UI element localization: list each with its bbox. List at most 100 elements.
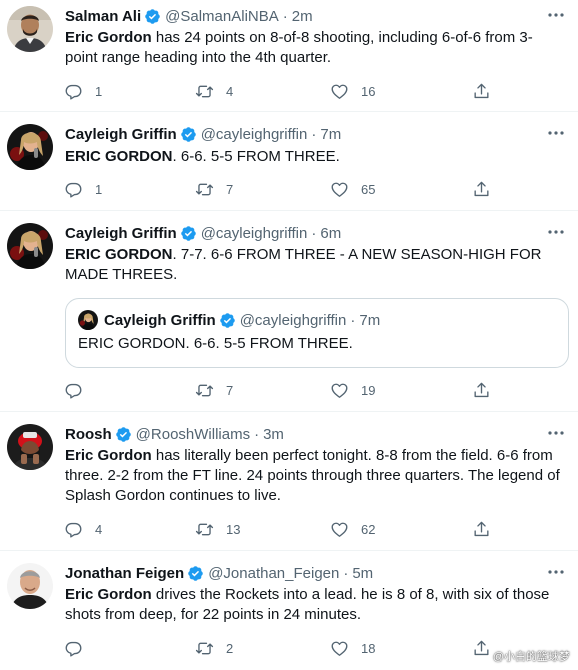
share-icon	[472, 381, 491, 400]
share-button[interactable]	[472, 80, 491, 102]
avatar[interactable]	[7, 6, 53, 52]
share-icon	[472, 180, 491, 199]
share-icon	[472, 82, 491, 101]
timestamp[interactable]: 2m	[292, 8, 313, 25]
like-icon	[330, 639, 349, 658]
timestamp[interactable]: 5m	[352, 565, 373, 582]
retweet-count: 13	[226, 521, 241, 537]
more-icon[interactable]	[546, 426, 566, 440]
tweet-header: Salman Ali @SalmanAliNBA · 2m	[65, 6, 313, 26]
reply-icon	[64, 381, 83, 400]
verified-badge-icon	[180, 126, 197, 143]
tweet[interactable]: Roosh @RooshWilliams · 3m Eric Gordon ha…	[0, 412, 578, 551]
tweet-text: Eric Gordon has 24 points on 8-of-8 shoo…	[65, 28, 564, 68]
avatar[interactable]	[7, 424, 53, 470]
reply-button[interactable]: 4	[64, 518, 102, 540]
mention-name: Eric Gordon	[65, 586, 152, 603]
display-name[interactable]: Cayleigh Griffin	[65, 225, 177, 242]
share-icon	[472, 520, 491, 539]
quoted-user-handle: @cayleighgriffin	[239, 311, 347, 329]
reply-button[interactable]: 1	[64, 80, 102, 102]
like-button[interactable]: 16	[330, 80, 375, 102]
reply-button[interactable]	[64, 379, 95, 401]
quoted-tweet-header: Cayleigh Griffin @cayleighgriffin · 7m	[78, 310, 380, 330]
retweet-count: 4	[226, 83, 234, 99]
avatar[interactable]	[7, 124, 53, 170]
mention-name: ERIC GORDON	[65, 148, 173, 165]
like-icon	[330, 82, 349, 101]
like-count: 18	[361, 640, 376, 656]
timestamp[interactable]: 7m	[320, 126, 341, 143]
display-name[interactable]: Roosh	[65, 426, 112, 443]
like-icon	[330, 180, 349, 199]
separator-dot: ·	[350, 311, 356, 329]
timestamp[interactable]: 6m	[320, 225, 341, 242]
user-handle[interactable]: @RooshWilliams	[136, 426, 250, 443]
share-button[interactable]	[472, 178, 491, 200]
tweet[interactable]: Cayleigh Griffin @cayleighgriffin · 7m E…	[0, 112, 578, 211]
more-icon[interactable]	[546, 225, 566, 239]
reply-button[interactable]: 1	[64, 178, 102, 200]
mention-name: Eric Gordon	[65, 447, 152, 464]
user-handle[interactable]: @cayleighgriffin	[201, 126, 308, 143]
user-handle[interactable]: @cayleighgriffin	[201, 225, 308, 242]
retweet-count: 7	[226, 382, 234, 398]
user-handle[interactable]: @SalmanAliNBA	[165, 8, 279, 25]
tweet-header: Roosh @RooshWilliams · 3m	[65, 424, 284, 444]
more-icon[interactable]	[546, 565, 566, 579]
retweet-icon	[195, 639, 214, 658]
reply-count: 1	[95, 83, 103, 99]
quoted-timestamp: 7m	[359, 311, 381, 329]
timestamp[interactable]: 3m	[263, 426, 284, 443]
separator-dot: ·	[282, 7, 288, 25]
retweet-icon	[195, 82, 214, 101]
retweet-button[interactable]: 13	[195, 518, 240, 540]
verified-badge-icon	[187, 565, 204, 582]
tweet[interactable]: Jonathan Feigen @Jonathan_Feigen · 5m Er…	[0, 551, 578, 670]
share-icon	[472, 639, 491, 658]
display-name[interactable]: Cayleigh Griffin	[65, 126, 177, 143]
quoted-avatar	[78, 310, 98, 330]
tweet[interactable]: Salman Ali @SalmanAliNBA · 2m Eric Gordo…	[0, 0, 578, 112]
tweet-text: Eric Gordon has literally been perfect t…	[65, 446, 564, 506]
retweet-icon	[195, 520, 214, 539]
like-button[interactable]: 18	[330, 637, 375, 659]
share-button[interactable]	[472, 637, 491, 659]
like-button[interactable]: 62	[330, 518, 375, 540]
share-button[interactable]	[472, 518, 491, 540]
avatar[interactable]	[7, 223, 53, 269]
retweet-button[interactable]: 7	[195, 178, 233, 200]
user-handle[interactable]: @Jonathan_Feigen	[208, 565, 339, 582]
separator-dot: ·	[254, 425, 260, 443]
verified-badge-icon	[115, 426, 132, 443]
like-button[interactable]: 65	[330, 178, 375, 200]
avatar[interactable]	[7, 563, 53, 609]
like-count: 65	[361, 181, 376, 197]
display-name[interactable]: Jonathan Feigen	[65, 565, 184, 582]
display-name[interactable]: Salman Ali	[65, 8, 141, 25]
retweet-button[interactable]: 7	[195, 379, 233, 401]
like-count: 62	[361, 521, 376, 537]
action-bar: 4 13 62	[64, 518, 504, 540]
action-bar: 2 18	[64, 637, 504, 659]
more-icon[interactable]	[546, 8, 566, 22]
reply-icon	[64, 639, 83, 658]
reply-icon	[64, 180, 83, 199]
tweet-text-body: . 6-6. 5-5 FROM THREE.	[172, 148, 340, 165]
reply-button[interactable]	[64, 637, 95, 659]
mention-name: ERIC GORDON	[65, 246, 173, 263]
reply-icon	[64, 520, 83, 539]
retweet-button[interactable]: 4	[195, 80, 233, 102]
more-icon[interactable]	[546, 126, 566, 140]
quoted-tweet[interactable]: Cayleigh Griffin @cayleighgriffin · 7m E…	[65, 298, 569, 368]
verified-badge-icon	[144, 8, 161, 25]
tweet-text: ERIC GORDON. 6-6. 5-5 FROM THREE.	[65, 147, 564, 167]
retweet-button[interactable]: 2	[195, 637, 233, 659]
tweet-header: Cayleigh Griffin @cayleighgriffin · 7m	[65, 124, 341, 144]
like-count: 16	[361, 83, 376, 99]
tweet-header: Jonathan Feigen @Jonathan_Feigen · 5m	[65, 563, 373, 583]
tweet[interactable]: Cayleigh Griffin @cayleighgriffin · 6m E…	[0, 211, 578, 412]
like-button[interactable]: 19	[330, 379, 375, 401]
retweet-icon	[195, 381, 214, 400]
share-button[interactable]	[472, 379, 491, 401]
